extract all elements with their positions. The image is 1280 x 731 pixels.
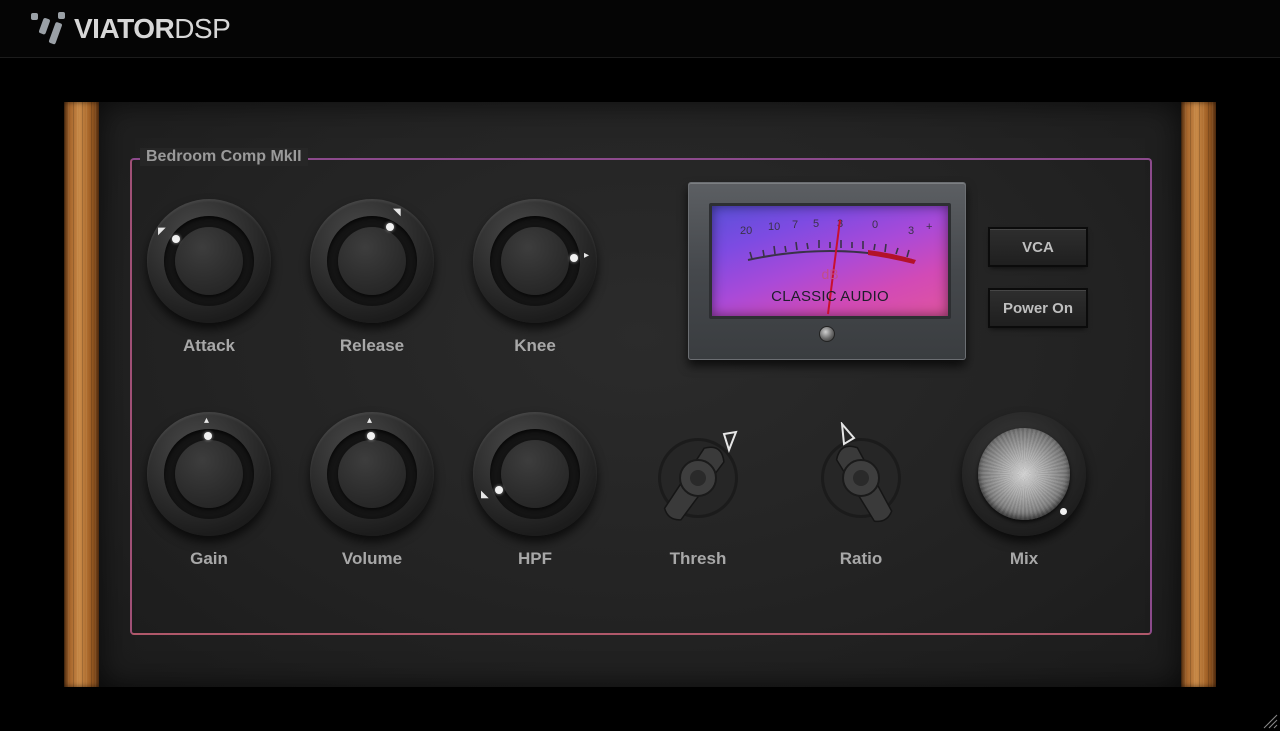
resize-grip-icon[interactable] (1262, 713, 1278, 729)
hpf-label: HPF (518, 549, 552, 568)
volume-knob[interactable]: ▴ (310, 412, 434, 536)
release-knob[interactable]: ◥ (310, 199, 434, 323)
vu-scale-label: 10 (768, 221, 780, 233)
app-header: VIATORDSP (0, 0, 1280, 58)
vu-scale-label: 20 (740, 225, 752, 237)
plugin-window: Bedroom Comp MkII ◤ Attack ◥ Release ▸ K… (64, 102, 1216, 687)
wood-side-panel-right (1181, 102, 1216, 687)
release-label: Release (339, 336, 405, 355)
mix-label: Mix (1009, 549, 1039, 568)
hpf-knob[interactable]: ◣ (473, 412, 597, 536)
vu-meter-face: 20 10 7 5 3 0 3 + dB CLASSIC AUDIO (709, 203, 951, 319)
attack-label: Attack (183, 336, 235, 355)
ratio-selector[interactable] (813, 422, 903, 532)
viator-logo-icon (31, 12, 65, 45)
mix-knob[interactable] (962, 412, 1086, 536)
gain-label: Gain (190, 549, 228, 568)
ratio-label: Ratio (839, 549, 883, 568)
thresh-label: Thresh (669, 549, 727, 568)
vca-button[interactable]: VCA (990, 229, 1086, 265)
vu-scale-label: 5 (813, 218, 819, 230)
attack-knob[interactable]: ◤ (147, 199, 271, 323)
wood-side-panel-left (64, 102, 99, 687)
vu-unit-label: dB (821, 266, 839, 282)
viator-logo: VIATORDSP (28, 10, 231, 48)
knee-knob[interactable]: ▸ (473, 199, 597, 323)
vu-scale-label: + (926, 221, 932, 233)
vu-scale-label: 3 (908, 225, 914, 237)
knee-label: Knee (514, 336, 556, 355)
vu-zero-adjust-screw[interactable] (819, 326, 835, 342)
logo-text-bold: VIATOR (74, 13, 175, 44)
thresh-selector[interactable] (650, 430, 740, 540)
volume-label: Volume (341, 549, 403, 568)
gain-knob[interactable]: ▴ (147, 412, 271, 536)
plugin-panel: Bedroom Comp MkII ◤ Attack ◥ Release ▸ K… (99, 102, 1181, 687)
logo-text-light: DSP (174, 13, 231, 44)
vu-meter: 20 10 7 5 3 0 3 + dB CLASSIC AUDIO (688, 182, 966, 360)
group-title: Bedroom Comp MkII (140, 148, 308, 166)
vu-scale-label: 0 (872, 219, 878, 231)
vu-scale-label: 7 (792, 219, 798, 231)
power-on-button[interactable]: Power On (990, 290, 1086, 326)
vu-brand-label: CLASSIC AUDIO (771, 288, 889, 305)
